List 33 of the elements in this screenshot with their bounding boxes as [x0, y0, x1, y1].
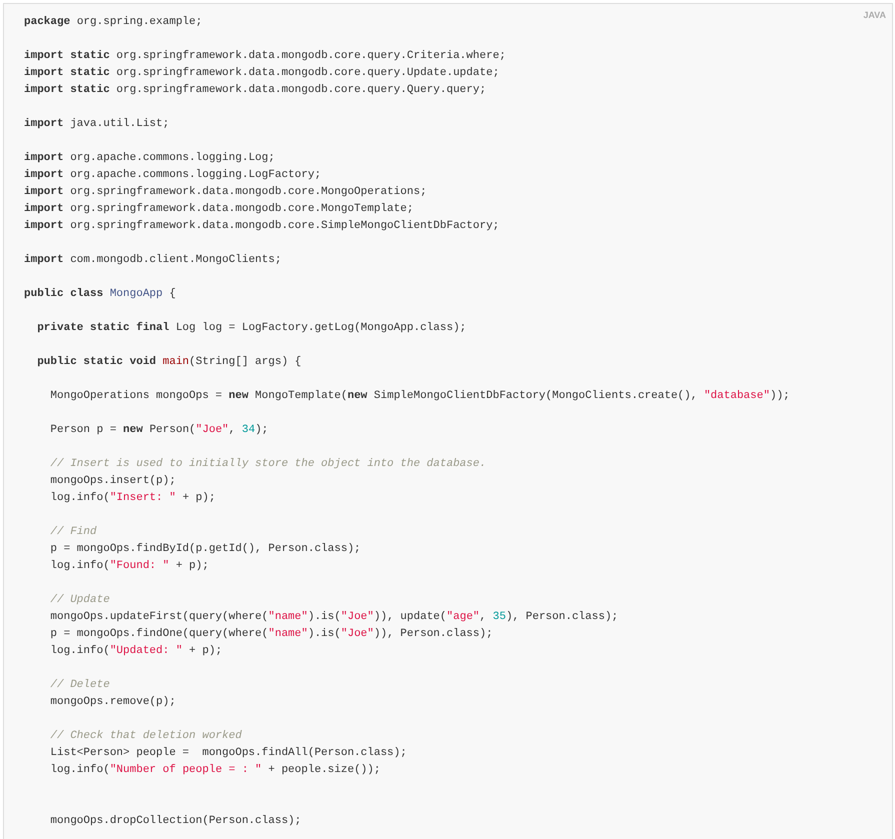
- code-line: import org.apache.commons.logging.Log;: [24, 152, 275, 164]
- code-line: mongoOps.dropCollection(Person.class);: [49, 815, 302, 827]
- code-line: log.info("Number of people = : " + people.size());: [49, 764, 380, 776]
- code-line: log.info("Updated: " + p);: [49, 645, 222, 657]
- code-line: import org.springframework.data.mongodb.core.MongoOperations;: [24, 186, 427, 198]
- code-line: // Check that deletion worked: [49, 730, 242, 742]
- code-line: import org.apache.commons.logging.LogFactory;: [24, 169, 322, 181]
- code-line: // Find: [49, 526, 97, 538]
- code-line: // Insert is used to initially store the object into the database.: [49, 458, 486, 470]
- code-line: // Delete: [49, 679, 110, 691]
- code-line: import com.mongodb.client.MongoClients;: [24, 254, 282, 266]
- code-line: import org.springframework.data.mongodb.core.SimpleMongoClientDbFactory;: [24, 220, 500, 232]
- code-line: Person p = new Person("Joe", 34);: [49, 424, 268, 436]
- language-label: JAVA: [863, 9, 886, 22]
- code-line: public class MongoApp {: [24, 288, 176, 300]
- code-line: List<Person> people = mongoOps.findAll(Person.class);: [49, 747, 407, 759]
- code-line: import static org.springframework.data.mongodb.core.query.Update.update;: [24, 67, 500, 79]
- code-line: import static org.springframework.data.mongodb.core.query.Criteria.where;: [24, 50, 506, 62]
- code-line: log.info("Found: " + p);: [49, 560, 209, 572]
- code-line: import java.util.List;: [24, 118, 170, 130]
- code-line: import org.springframework.data.mongodb.core.MongoTemplate;: [24, 203, 414, 215]
- code-line: mongoOps.updateFirst(query(where("name").is("Joe")), update("age", 35), Person.class);: [49, 611, 618, 623]
- code-line: private static final Log log = LogFactory.getLog(MongoApp.class);: [36, 322, 466, 334]
- code-line: p = mongoOps.findById(p.getId(), Person.class);: [49, 543, 361, 555]
- code-line: public static void main(String[] args) {: [36, 356, 302, 368]
- code-line: p = mongoOps.findOne(query(where("name").is("Joe")), Person.class);: [49, 628, 493, 640]
- code-line: package org.spring.example;: [24, 16, 202, 28]
- code-line: // Update: [49, 594, 110, 606]
- code-line: import static org.springframework.data.mongodb.core.query.Query.query;: [24, 84, 486, 96]
- code-line: mongoOps.insert(p);: [49, 475, 176, 487]
- code-line: log.info("Insert: " + p);: [49, 492, 216, 504]
- code-line: MongoOperations mongoOps = new MongoTemplate(new SimpleMongoClientDbFactory(MongoClients.create(), "database"));: [49, 390, 790, 402]
- code-line: mongoOps.remove(p);: [49, 696, 176, 708]
